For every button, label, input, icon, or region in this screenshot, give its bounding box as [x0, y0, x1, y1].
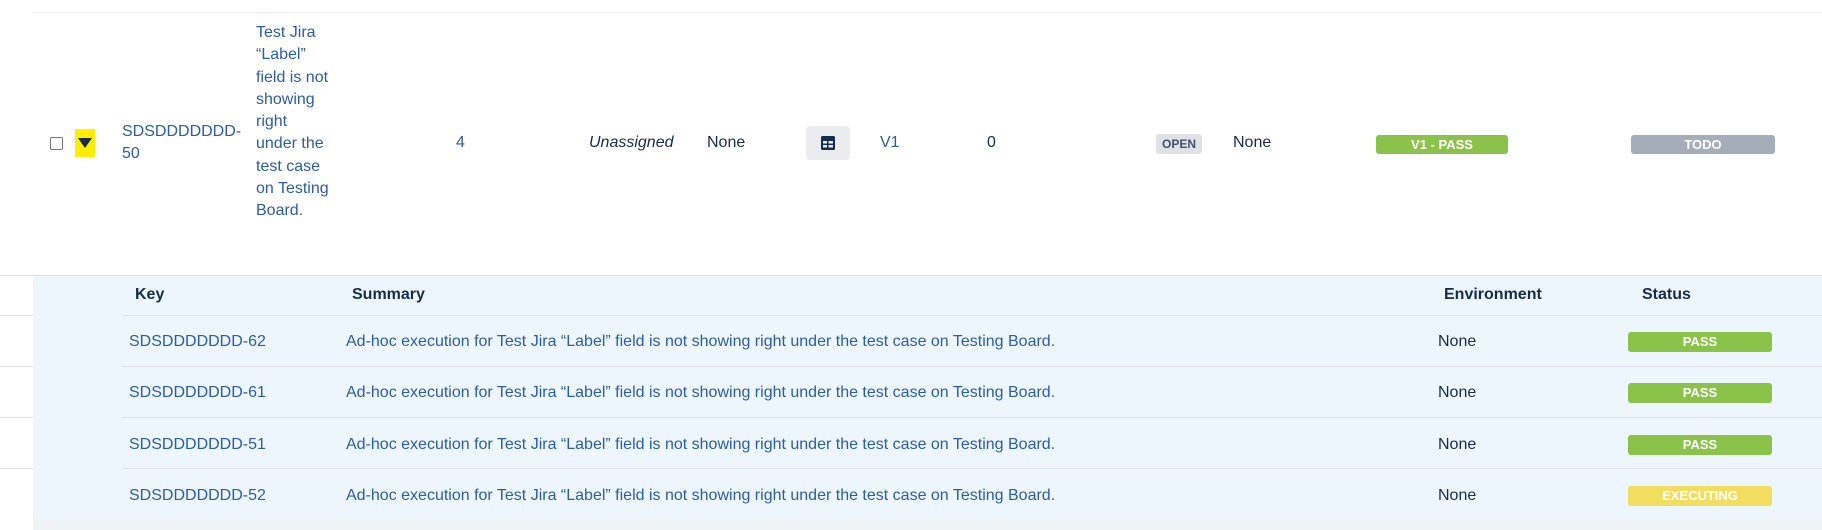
execution-key-link[interactable]: SDSDDDDDDD-61	[129, 384, 266, 402]
issue-key-link[interactable]: SDSDDDDDDD-50	[122, 121, 241, 165]
column-header-summary: Summary	[352, 286, 425, 303]
execution-summary-link[interactable]: Ad-hoc execution for Test Jira “Label” f…	[346, 487, 1055, 505]
execution-count-link[interactable]: 4	[456, 134, 465, 152]
table-view-button[interactable]	[806, 126, 850, 160]
field-value: None	[707, 134, 746, 151]
defect-count: 0	[987, 134, 996, 151]
environment-value: None	[1438, 436, 1477, 453]
version-link[interactable]: V1	[880, 134, 900, 152]
column-header-key: Key	[135, 286, 165, 303]
sub-executions-panel: Key Summary Environment Status SDSDDDDDD…	[33, 276, 1822, 520]
gutter-divider	[0, 366, 33, 367]
gutter-divider	[0, 315, 33, 316]
assignee-value: Unassigned	[589, 134, 674, 151]
environment-value: None	[1438, 487, 1477, 504]
table-view-icon	[821, 136, 835, 150]
execution-status-badge: PASS	[1628, 383, 1772, 403]
row-divider	[122, 315, 1822, 316]
column-header-environment: Environment	[1444, 286, 1542, 303]
table-row: SDSDDDDDDD-50 Test Jira “Label” field is…	[33, 13, 1822, 276]
field-value: None	[1233, 134, 1272, 151]
row-divider	[122, 366, 1822, 367]
panel-footer	[33, 520, 1822, 530]
execution-summary-link[interactable]: Ad-hoc execution for Test Jira “Label” f…	[346, 384, 1055, 402]
row-divider	[122, 417, 1822, 418]
caret-down-icon	[78, 138, 92, 148]
execution-key-link[interactable]: SDSDDDDDDD-51	[129, 436, 266, 454]
execution-summary-link[interactable]: Ad-hoc execution for Test Jira “Label” f…	[346, 333, 1055, 351]
left-gutter	[0, 0, 33, 530]
execution-key-link[interactable]: SDSDDDDDDD-62	[129, 333, 266, 351]
execution-summary-link[interactable]: Ad-hoc execution for Test Jira “Label” f…	[346, 436, 1055, 454]
environment-value: None	[1438, 333, 1477, 350]
expand-toggle-button[interactable]	[75, 129, 95, 157]
issue-summary-link[interactable]: Test Jira “Label” field is not showing r…	[256, 22, 331, 223]
row-divider	[122, 468, 1822, 469]
environment-value: None	[1438, 384, 1477, 401]
gutter-divider	[0, 468, 33, 469]
gutter-divider	[0, 417, 33, 418]
row-select-checkbox[interactable]	[50, 137, 63, 150]
execution-key-link[interactable]: SDSDDDDDDD-52	[129, 487, 266, 505]
column-header-status: Status	[1642, 286, 1691, 303]
execution-status-badge: PASS	[1628, 332, 1772, 352]
execution-status-badge: PASS	[1628, 435, 1772, 455]
status-lozenge: OPEN	[1156, 134, 1203, 154]
workflow-status-badge: TODO	[1631, 135, 1775, 154]
test-execution-table: SDSDDDDDDD-50 Test Jira “Label” field is…	[0, 0, 1822, 530]
execution-status-badge: V1 - PASS	[1376, 135, 1508, 154]
gutter-divider	[0, 275, 33, 276]
execution-status-badge: EXECUTING	[1628, 486, 1772, 506]
